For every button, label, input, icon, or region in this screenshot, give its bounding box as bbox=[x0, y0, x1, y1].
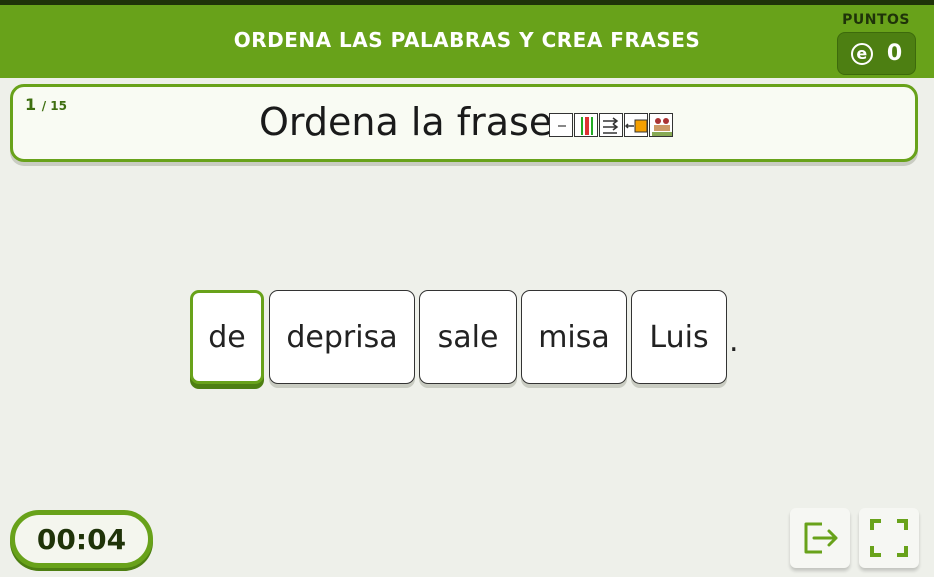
sentence-period: . bbox=[729, 324, 739, 359]
question-total: / 15 bbox=[41, 99, 67, 113]
coin-icon: e bbox=[850, 42, 873, 65]
pictogram-ordena-icon bbox=[549, 113, 573, 137]
pictogram-square-icon bbox=[624, 113, 648, 137]
pictogram-people-icon bbox=[649, 113, 673, 137]
exit-icon bbox=[804, 522, 838, 554]
word-tile[interactable]: deprisa bbox=[269, 290, 415, 384]
pictogram-arrows-icon bbox=[599, 113, 623, 137]
top-bar: ORDENA LAS PALABRAS Y CREA FRASES PUNTOS… bbox=[0, 0, 934, 78]
word-tile[interactable]: misa bbox=[521, 290, 627, 384]
game-title: ORDENA LAS PALABRAS Y CREA FRASES bbox=[233, 28, 701, 52]
word-tile[interactable]: Luis bbox=[631, 290, 727, 384]
question-current: 1 bbox=[25, 95, 37, 114]
question-text: Ordena la frase bbox=[259, 100, 553, 144]
fullscreen-icon bbox=[870, 519, 908, 557]
fullscreen-button[interactable] bbox=[859, 508, 919, 568]
points-label: PUNTOS bbox=[842, 12, 910, 28]
exit-button[interactable] bbox=[790, 508, 850, 568]
word-tile[interactable]: sale bbox=[419, 290, 517, 384]
timer: 00:04 bbox=[10, 510, 153, 568]
question-counter: 1 / 15 bbox=[25, 95, 67, 114]
word-tiles: de deprisa sale misa Luis . bbox=[188, 284, 748, 392]
pictogram-strip bbox=[549, 113, 673, 137]
question-card: 1 / 15 Ordena la frase bbox=[10, 84, 918, 162]
pictogram-la-icon bbox=[574, 113, 598, 137]
word-tile[interactable]: de bbox=[190, 290, 264, 384]
points-value: 0 bbox=[886, 41, 903, 66]
points-display: e 0 bbox=[837, 32, 916, 75]
